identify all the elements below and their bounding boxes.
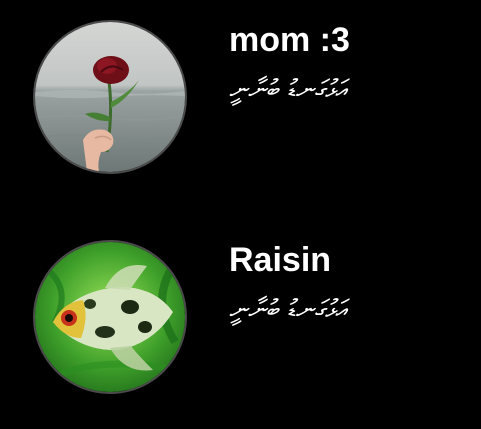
avatar-fish-photo[interactable] (33, 240, 187, 394)
contact-status: އަޅުގަނޑު ބުނާނީ (229, 295, 346, 325)
contact-name: Raisin (229, 241, 332, 279)
contact-name: mom :3 (229, 21, 350, 59)
rose-photo-icon (35, 22, 185, 172)
contact-status: އަޅުގަނޑު ބުނާނީ (229, 75, 346, 105)
contact-row-mom[interactable]: mom :3 އަޅުގަނޑު ބުނާނީ (0, 20, 481, 190)
fish-photo-icon (35, 242, 185, 392)
contact-row-raisin[interactable]: Raisin އަޅުގަނޑު ބުނާނީ (0, 240, 481, 410)
avatar-rose-photo[interactable] (33, 20, 187, 174)
